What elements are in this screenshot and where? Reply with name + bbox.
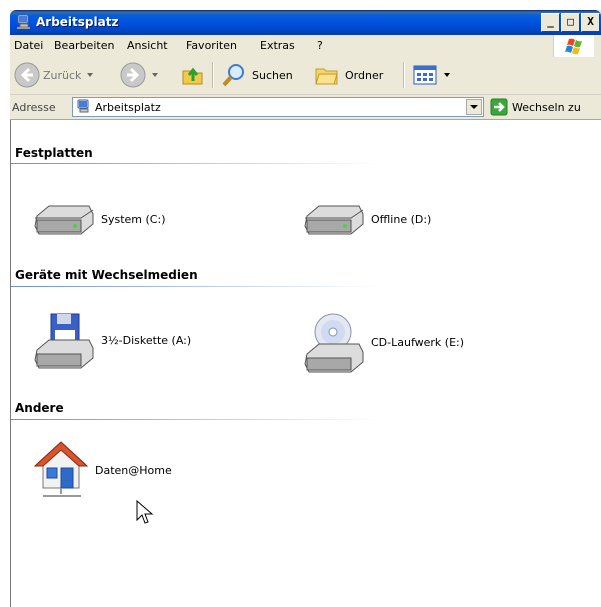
drive-label: Offline (D:) <box>371 212 432 226</box>
hard-drive-icon <box>304 205 364 235</box>
title-bar[interactable]: Arbeitsplatz _ □ X <box>10 10 601 35</box>
go-button[interactable]: Wechseln zu <box>490 98 581 116</box>
back-arrow-icon <box>14 62 40 88</box>
group-header-festplatten: Festplatten <box>15 146 93 160</box>
menu-ansicht[interactable]: Ansicht <box>127 39 168 52</box>
hard-drive-icon <box>34 205 94 235</box>
network-item-daten-home[interactable]: Daten@Home <box>33 438 172 502</box>
my-computer-icon <box>17 14 30 29</box>
window-title: Arbeitsplatz <box>36 15 119 29</box>
group-header-wechselmedien: Geräte mit Wechselmedien <box>15 268 198 282</box>
forward-button[interactable] <box>120 61 158 89</box>
folders-icon <box>315 68 338 85</box>
menu-help[interactable]: ? <box>317 39 323 52</box>
search-label: Suchen <box>252 68 293 82</box>
group-divider <box>11 419 381 420</box>
address-label: Adresse <box>12 101 56 114</box>
forward-arrow-icon <box>120 62 146 88</box>
cd-drive-icon <box>304 313 364 373</box>
address-value: Arbeitsplatz <box>95 101 161 114</box>
explorer-window: Arbeitsplatz _ □ X Datei Bearbeiten Ansi… <box>10 10 601 607</box>
drive-item-offline-d[interactable]: Offline (D:) <box>303 202 431 236</box>
menu-extras[interactable]: Extras <box>260 39 295 52</box>
floppy-drive-icon <box>34 313 94 369</box>
menu-datei[interactable]: Datei <box>14 39 43 52</box>
menu-bearbeiten[interactable]: Bearbeiten <box>54 39 114 52</box>
drive-item-cd-e[interactable]: CD-Laufwerk (E:) <box>303 310 464 374</box>
toolbar: Zurück Suchen Ordner <box>10 57 601 95</box>
menu-favoriten[interactable]: Favoriten <box>186 39 237 52</box>
forward-dropdown-arrow-icon[interactable] <box>152 73 158 77</box>
my-computer-icon <box>77 99 89 113</box>
go-arrow-icon <box>490 98 508 116</box>
chevron-down-icon <box>470 105 478 109</box>
file-view[interactable]: Festplatten System (C:) Offline (D:) Ger… <box>10 120 601 607</box>
search-icon <box>222 64 244 87</box>
drive-item-system-c[interactable]: System (C:) <box>33 202 166 236</box>
windows-flag-icon <box>565 38 582 55</box>
group-header-andere: Andere <box>15 401 64 415</box>
drive-item-floppy-a[interactable]: 3½-Diskette (A:) <box>33 310 191 370</box>
address-dropdown-button[interactable] <box>466 99 482 115</box>
back-dropdown-arrow-icon[interactable] <box>87 73 94 77</box>
menu-bar: Datei Bearbeiten Ansicht Favoriten Extra… <box>10 35 601 58</box>
close-button[interactable]: X <box>581 13 600 32</box>
folders-label: Ordner <box>345 68 384 82</box>
back-button[interactable]: Zurück <box>14 61 94 89</box>
drive-label: System (C:) <box>101 212 166 226</box>
folders-button[interactable]: Ordner <box>314 61 383 89</box>
minimize-button[interactable]: _ <box>541 13 560 32</box>
search-button[interactable]: Suchen <box>221 61 293 89</box>
mouse-cursor-icon <box>136 500 154 524</box>
views-icon <box>413 65 437 85</box>
toolbar-separator <box>403 62 405 88</box>
group-divider <box>11 286 381 287</box>
maximize-button[interactable]: □ <box>561 13 580 32</box>
drive-label: 3½-Diskette (A:) <box>101 333 192 347</box>
toolbar-separator <box>212 62 214 88</box>
back-label: Zurück <box>43 68 82 82</box>
go-label: Wechseln zu <box>512 100 581 114</box>
network-label: Daten@Home <box>95 463 172 477</box>
views-button[interactable] <box>412 61 450 89</box>
windows-logo <box>553 35 594 57</box>
up-folder-icon <box>182 67 203 85</box>
views-dropdown-arrow-icon[interactable] <box>444 73 450 77</box>
address-field[interactable]: Arbeitsplatz <box>72 97 484 117</box>
drive-label: CD-Laufwerk (E:) <box>371 335 465 349</box>
network-home-icon <box>33 441 89 497</box>
up-folder-button[interactable] <box>181 61 205 89</box>
group-divider <box>11 163 381 164</box>
address-bar: Adresse Arbeitsplatz Wechseln zu <box>10 95 601 120</box>
